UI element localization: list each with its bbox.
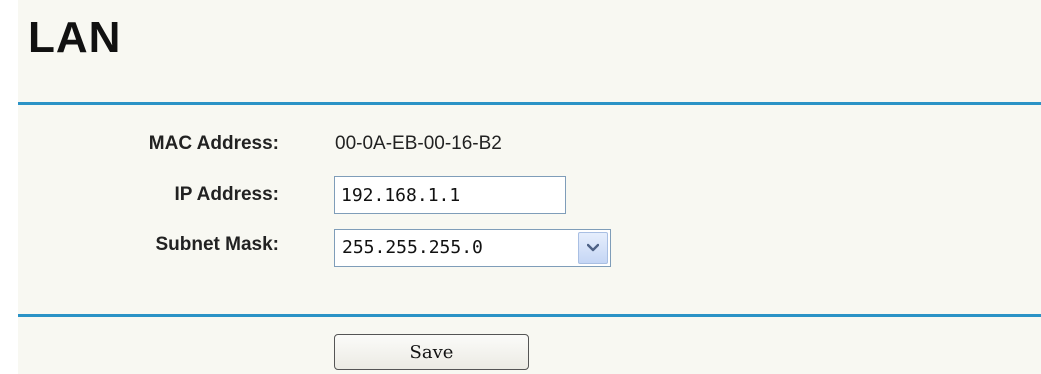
ip-address-input[interactable] [334,176,566,214]
subnet-mask-label: Subnet Mask: [155,234,279,255]
chevron-down-icon [587,243,599,252]
mac-address-value: 00-0A-EB-00-16-B2 [335,133,502,154]
subnet-mask-select[interactable]: 255.255.255.0 [334,229,611,267]
save-button[interactable]: Save [334,334,529,370]
page-title: LAN [28,13,122,62]
ip-address-label: IP Address: [174,184,279,205]
mac-address-label: MAC Address: [148,133,279,154]
subnet-mask-value: 255.255.255.0 [342,237,483,258]
bottom-divider [18,314,1041,317]
top-divider [18,102,1041,105]
dropdown-arrow-button[interactable] [578,232,608,264]
